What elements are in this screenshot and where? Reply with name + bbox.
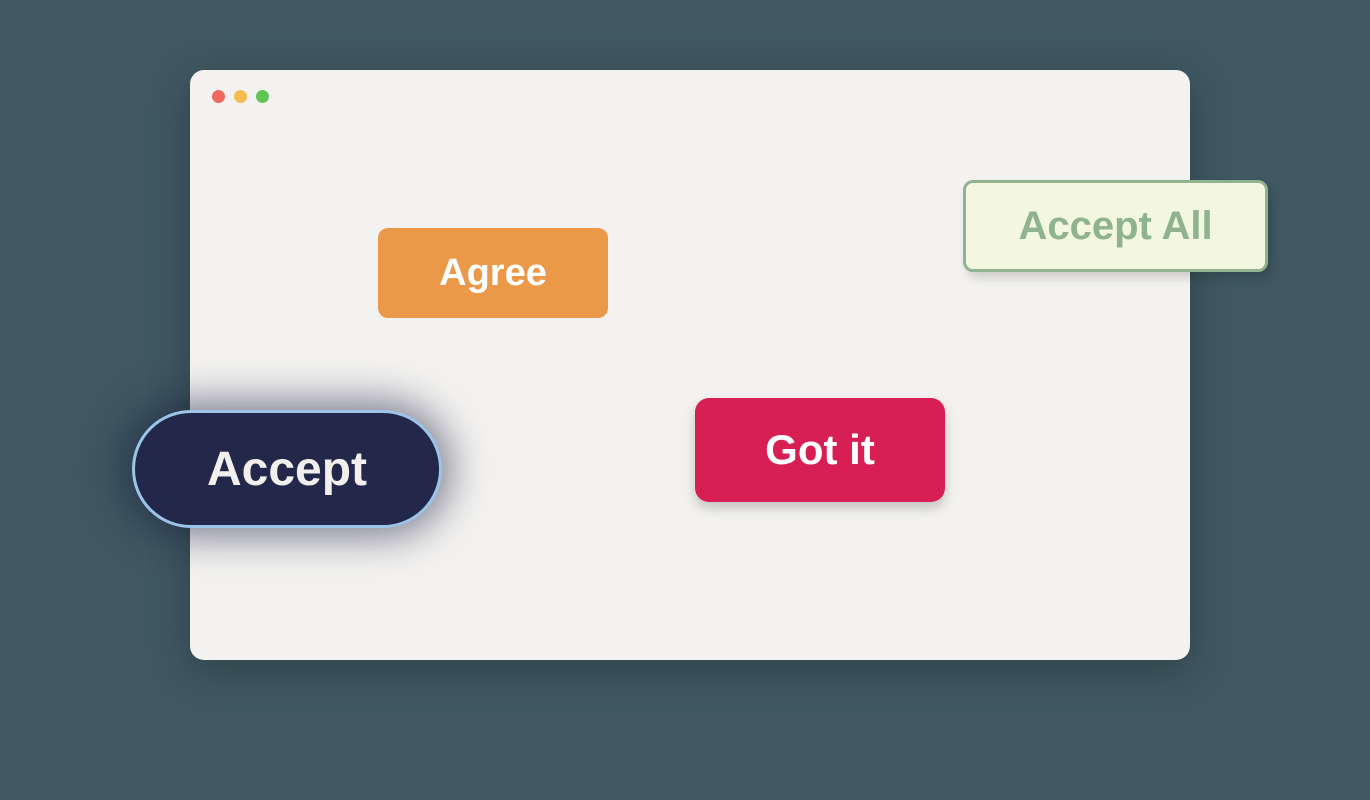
agree-button[interactable]: Agree xyxy=(378,228,608,318)
accept-all-button[interactable]: Accept All xyxy=(963,180,1268,272)
accept-button[interactable]: Accept xyxy=(132,410,442,528)
close-icon[interactable] xyxy=(212,90,225,103)
app-window xyxy=(190,70,1190,660)
got-it-button[interactable]: Got it xyxy=(695,398,945,502)
window-titlebar xyxy=(212,90,269,103)
minimize-icon[interactable] xyxy=(234,90,247,103)
maximize-icon[interactable] xyxy=(256,90,269,103)
